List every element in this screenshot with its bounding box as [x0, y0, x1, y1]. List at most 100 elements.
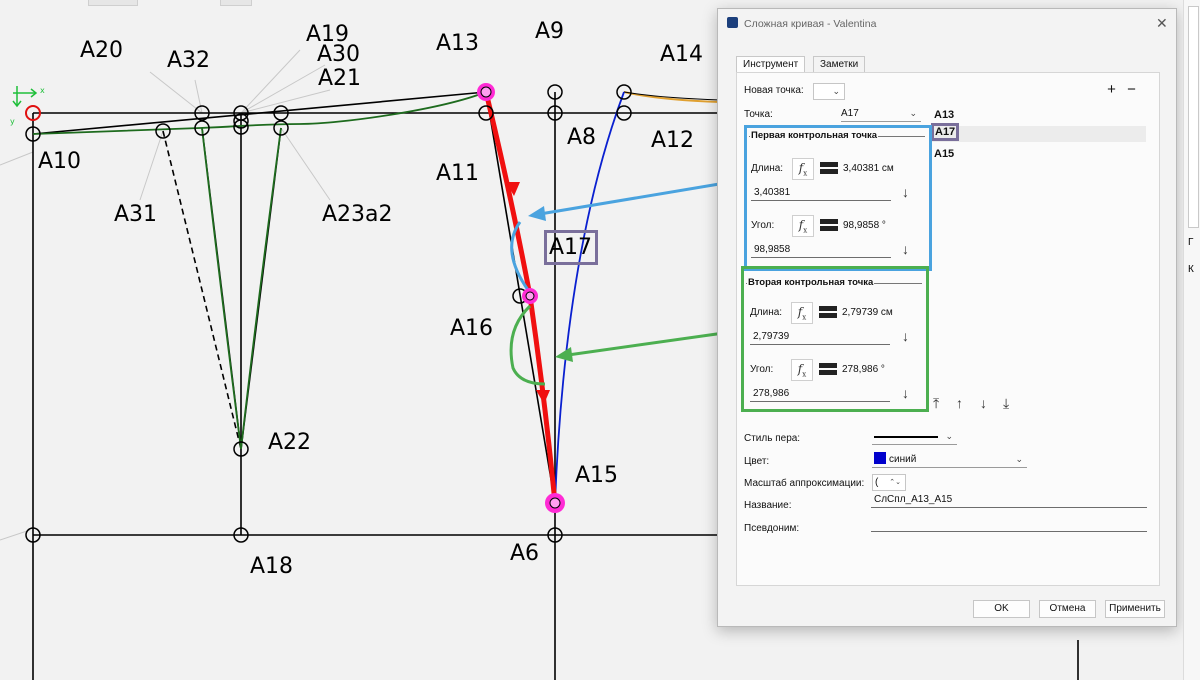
dialog-title: Сложная кривая - Valentina — [744, 18, 877, 30]
point-label-A8: A8 — [567, 125, 597, 150]
formula-wizard-icon[interactable]: fx — [791, 302, 813, 324]
point-label-A12: A12 — [651, 128, 695, 153]
pen-style-select[interactable]: ⌄ — [872, 429, 957, 445]
name-label: Название: — [744, 500, 792, 511]
formula-wizard-icon[interactable]: fx — [792, 215, 814, 237]
point-label-A32: A32 — [167, 48, 211, 73]
equals-icon — [819, 305, 837, 319]
formula-wizard-icon[interactable]: fx — [792, 158, 814, 180]
approx-scale-label: Масштаб аппроксимации: — [744, 478, 865, 489]
point-label-A17-highlighted: A17 — [544, 230, 599, 265]
spin-arrows-icon[interactable]: ⌃⌄ — [889, 475, 901, 490]
add-point-button[interactable]: + — [1104, 82, 1119, 98]
tab-instrument[interactable]: Инструмент — [736, 56, 806, 73]
list-item[interactable]: A15 — [934, 148, 954, 160]
point-label-A9: A9 — [535, 19, 565, 44]
formula-wizard-icon[interactable]: fx — [791, 359, 813, 381]
angle-result: 278,986 ° — [842, 364, 885, 375]
point-label-A6: A6 — [510, 541, 540, 566]
dashed-line — [162, 130, 242, 450]
chevron-down-icon: ⌄ — [1015, 454, 1023, 464]
point-label-A18: A18 — [250, 554, 294, 579]
move-bottom-icon[interactable]: ⤓ — [1003, 395, 1009, 412]
close-icon[interactable]: ✕ — [1156, 15, 1168, 32]
dialog-titlebar[interactable]: Сложная кривая - Valentina ✕ — [718, 9, 1176, 37]
point-label-A22: A22 — [268, 430, 312, 455]
point-markers[interactable] — [25, 84, 632, 543]
dock-label: К — [1188, 264, 1194, 275]
second-control-point-group: Вторая контрольная точка Длина: fx 2,797… — [741, 266, 929, 412]
dock-label: Г — [1188, 237, 1194, 248]
expand-arrow-icon[interactable]: ↓ — [902, 385, 909, 401]
equals-icon — [820, 161, 838, 175]
angle-field[interactable]: 278,986 — [750, 384, 890, 402]
list-item-selected[interactable]: A17 — [931, 123, 960, 141]
length-result: 3,40381 см — [843, 163, 894, 174]
move-up-icon[interactable]: ↑ — [956, 395, 963, 411]
point-label-A30: A30 — [317, 42, 361, 67]
tool-panel: Новая точка: ⌄ + − Точка: A17 ⌄ A13 A17 A… — [736, 72, 1160, 586]
color-select[interactable]: синий ⌄ — [872, 452, 1027, 468]
green-curves — [32, 91, 487, 450]
apply-button[interactable]: Применить — [1105, 600, 1165, 618]
solid-line-sample — [874, 436, 938, 438]
new-point-label: Новая точка: — [744, 85, 804, 96]
blue-curve — [554, 91, 625, 504]
angle-result: 98,9858 ° — [843, 220, 886, 231]
new-point-select[interactable]: ⌄ — [813, 83, 845, 100]
angle-field[interactable]: 98,9858 — [751, 240, 891, 258]
axis-x-label: x — [40, 86, 45, 95]
right-dock-strip: Г К — [1183, 0, 1200, 680]
list-selection-bg — [932, 126, 1146, 142]
alias-field[interactable] — [871, 514, 1147, 532]
color-value: синий — [889, 454, 917, 465]
dock-scrollbar[interactable] — [1188, 6, 1199, 228]
expand-arrow-icon[interactable]: ↓ — [902, 184, 909, 200]
length-field[interactable]: 3,40381 — [751, 183, 891, 201]
ok-button[interactable]: OK — [973, 600, 1030, 618]
expand-arrow-icon[interactable]: ↓ — [902, 328, 909, 344]
point-label-A21: A21 — [318, 66, 362, 91]
axis-y-label: y — [10, 117, 15, 126]
length-label: Длина: — [750, 307, 783, 318]
point-label-A31: A31 — [114, 202, 158, 227]
move-top-icon[interactable]: ⤒ — [933, 395, 939, 412]
expand-arrow-icon[interactable]: ↓ — [902, 241, 909, 257]
angle-label: Угол: — [750, 364, 774, 375]
point-select[interactable]: A17 ⌄ — [841, 106, 921, 122]
color-label: Цвет: — [744, 456, 770, 467]
move-down-icon[interactable]: ↓ — [980, 395, 987, 411]
point-label-A23a2: A23a2 — [322, 202, 393, 227]
equals-icon — [820, 218, 838, 232]
approx-scale-spinbox[interactable]: (⌃⌄ — [872, 474, 906, 491]
point-label-A10: A10 — [38, 149, 82, 174]
point-label-A14: A14 — [660, 42, 704, 67]
group-title: Вторая контрольная точка — [747, 277, 875, 288]
chevron-down-icon: ⌄ — [945, 431, 953, 441]
point-label-A11: A11 — [436, 161, 480, 186]
list-item[interactable]: A13 — [934, 109, 954, 121]
angle-label: Угол: — [751, 220, 775, 231]
name-field[interactable]: СлСпл_А13_А15 — [871, 490, 1147, 508]
length-field[interactable]: 2,79739 — [750, 327, 890, 345]
color-swatch — [874, 452, 886, 464]
group-title: Первая контрольная точка — [750, 130, 879, 141]
complex-curve-dialog[interactable]: Сложная кривая - Valentina ✕ Инструмент … — [717, 8, 1177, 627]
point-label-A15: A15 — [575, 463, 619, 488]
chevron-down-icon: ⌄ — [832, 86, 840, 96]
alias-label: Псевдоним: — [744, 523, 800, 534]
first-control-point-group: Первая контрольная точка Длина: fx 3,403… — [744, 125, 932, 271]
axes-indicator-icon — [12, 86, 38, 108]
pen-style-label: Стиль пера: — [744, 433, 801, 444]
point-label-A13: A13 — [436, 31, 480, 56]
cancel-button[interactable]: Отмена — [1039, 600, 1096, 618]
point-label-A20: A20 — [80, 38, 124, 63]
chevron-down-icon: ⌄ — [909, 108, 917, 118]
valentina-app-icon — [727, 17, 738, 28]
point-label: Точка: — [744, 109, 773, 120]
equals-icon — [819, 362, 837, 376]
length-result: 2,79739 см — [842, 307, 893, 318]
tab-notes[interactable]: Заметки — [813, 56, 866, 72]
remove-point-button[interactable]: − — [1124, 82, 1139, 98]
length-label: Длина: — [751, 163, 784, 174]
